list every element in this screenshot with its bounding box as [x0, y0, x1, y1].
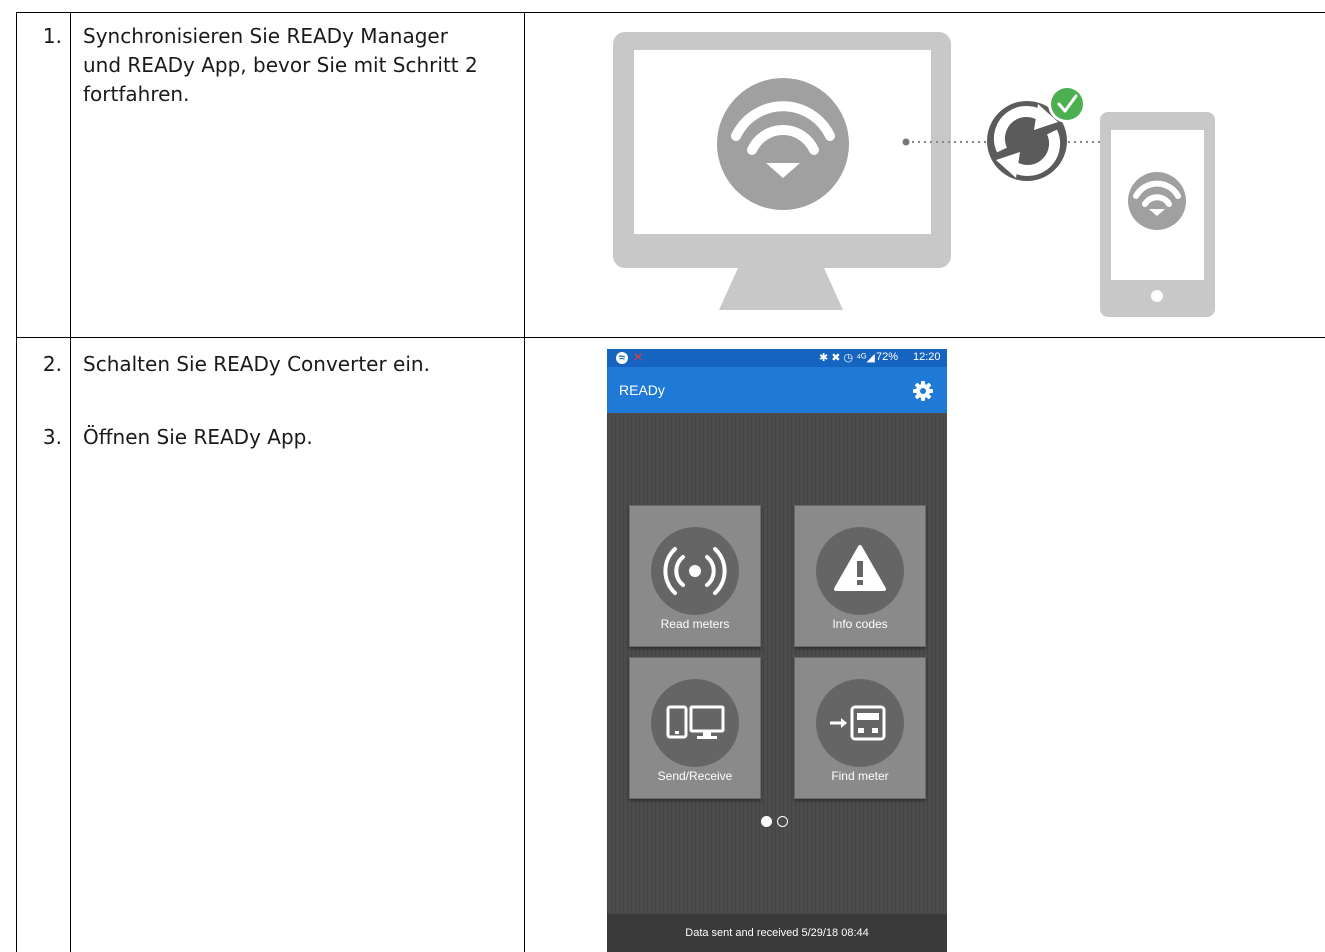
battery-level: 72%: [876, 351, 899, 363]
step-text-line: Synchronisieren Sie READy Manager: [83, 24, 448, 48]
clock: 12:20: [913, 351, 941, 363]
devices-icon: [651, 679, 739, 767]
tile-label: Read meters: [660, 617, 730, 631]
step-text: Schalten Sie READy Converter ein.: [83, 352, 430, 376]
step-number: 1.: [42, 24, 62, 48]
step-text-line: fortfahren.: [83, 82, 190, 106]
step-text: Öffnen Sie READy App.: [83, 425, 313, 449]
table-left-border: [16, 12, 17, 952]
column-divider-image: [524, 12, 525, 952]
app-screenshot: ✕ ✱ ✖ ◷ ⁴ᴳ◢ 72% 12:20 READy Read meters …: [607, 349, 947, 952]
page-dot-inactive[interactable]: [777, 816, 788, 827]
page-dot-active[interactable]: [761, 816, 772, 827]
tile-label: Send/Receive: [657, 769, 733, 783]
step-number: 3.: [42, 425, 62, 449]
wifi-download-icon: [717, 78, 849, 210]
step-number: 2.: [42, 352, 62, 376]
row-divider: [16, 337, 1325, 338]
spotify-icon: [616, 352, 628, 364]
find-meter-tile[interactable]: Find meter: [794, 657, 926, 799]
warning-icon: [816, 527, 904, 615]
radio-signal-icon: [651, 527, 739, 615]
sync-status: Data sent and received 5/29/18 08:44: [607, 914, 947, 952]
sync-illustration: [613, 32, 1215, 317]
smartphone-icon: [1100, 112, 1215, 317]
send-receive-tile[interactable]: Send/Receive: [629, 657, 761, 799]
checkmark-icon: [1048, 85, 1086, 123]
status-icons: ✱ ✖ ◷ ⁴ᴳ◢: [819, 352, 875, 364]
table-top-border: [16, 12, 1325, 13]
tile-label: Info codes: [832, 617, 888, 631]
info-codes-tile[interactable]: Info codes: [794, 505, 926, 647]
read-meters-tile[interactable]: Read meters: [629, 505, 761, 647]
app-bar: READy: [607, 367, 947, 413]
column-divider-number: [70, 12, 71, 952]
find-meter-icon: [816, 679, 904, 767]
app-title: READy: [619, 382, 665, 398]
step-text-line: und READy App, bevor Sie mit Schritt 2: [83, 53, 478, 77]
step-text: Synchronisieren Sie READy Manager und RE…: [83, 22, 513, 109]
mute-icon: ✕: [633, 350, 644, 364]
gear-icon[interactable]: [913, 381, 933, 401]
status-bar: ✕ ✱ ✖ ◷ ⁴ᴳ◢ 72% 12:20: [607, 349, 947, 367]
tile-label: Find meter: [831, 769, 889, 783]
